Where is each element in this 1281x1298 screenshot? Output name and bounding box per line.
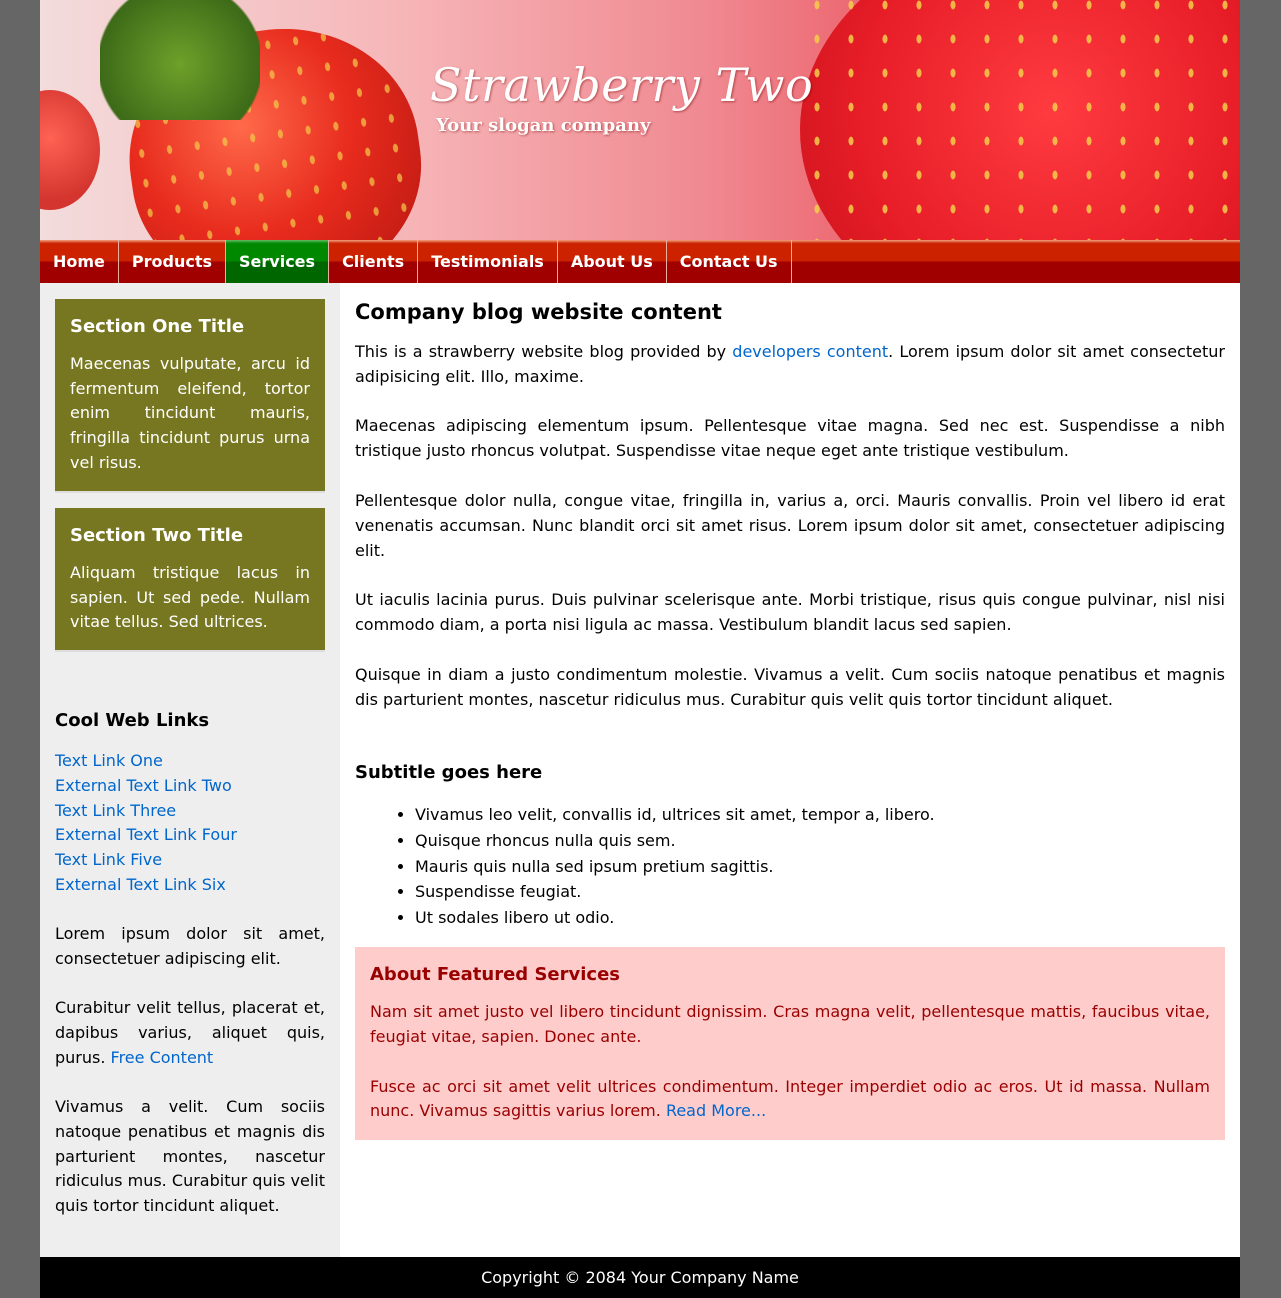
sidebar-link-1[interactable]: Text Link One (55, 751, 163, 770)
subtitle: Subtitle goes here (355, 762, 543, 783)
sidebar-link-3[interactable]: Text Link Three (55, 801, 176, 820)
featured-services-title: About Featured Services (370, 964, 620, 985)
nav-item-products[interactable]: Products (119, 240, 227, 283)
featured-services-box: About Featured Services Nam sit amet jus… (355, 947, 1225, 1140)
section-one-text: Maecenas vulputate, arcu id fermentum el… (70, 354, 310, 472)
section-two-title: Section Two Title (70, 525, 244, 546)
section-two-box: Section Two Title Aliquam tristique lacu… (55, 508, 325, 653)
read-more-link[interactable]: Read More... (666, 1101, 766, 1120)
sidebar: Section One Title Maecenas vulputate, ar… (40, 283, 340, 1257)
list-item: Ut sodales libero ut odio. (415, 905, 935, 931)
featured-paragraph-2: Fusce ac orci sit amet velit ultrices co… (370, 1075, 1210, 1125)
list-item: Quisque rhoncus nulla quis sem. (415, 828, 935, 854)
site-title: Strawberry Two (430, 58, 814, 112)
sidebar-link-5[interactable]: Text Link Five (55, 850, 162, 869)
list-item: Vivamus leo velit, convallis id, ultrice… (415, 802, 935, 828)
cool-web-links-list: Text Link One External Text Link Two Tex… (55, 749, 237, 898)
list-item: Suspendisse feugiat. (415, 879, 935, 905)
header-banner: Strawberry Two Your slogan company (40, 0, 1240, 240)
section-one-box: Section One Title Maecenas vulputate, ar… (55, 299, 325, 493)
bullet-list: Vivamus leo velit, convallis id, ultrice… (399, 802, 935, 931)
nav-item-contact-us[interactable]: Contact Us (667, 240, 792, 283)
body-paragraph: Pellentesque dolor nulla, congue vitae, … (355, 491, 1225, 560)
main-nav: Home Products Services Clients Testimoni… (40, 240, 1240, 283)
copyright-text: Copyright © 2084 Your Company Name (481, 1268, 799, 1287)
nav-item-clients[interactable]: Clients (329, 240, 419, 283)
body-paragraph: Ut iaculis lacinia purus. Duis pulvinar … (355, 590, 1225, 634)
page-container: Strawberry Two Your slogan company Home … (40, 0, 1240, 1298)
sidebar-link-4[interactable]: External Text Link Four (55, 825, 237, 844)
free-content-link[interactable]: Free Content (111, 1048, 214, 1067)
sidebar-link-2[interactable]: External Text Link Two (55, 776, 232, 795)
sidebar-link-6[interactable]: External Text Link Six (55, 875, 226, 894)
nav-item-home[interactable]: Home (40, 240, 119, 283)
section-one-title: Section One Title (70, 316, 245, 337)
sidebar-paragraph-2: Curabitur velit tellus, placerat et, dap… (55, 996, 325, 1070)
footer: Copyright © 2084 Your Company Name (40, 1257, 1240, 1298)
sidebar-paragraph-1: Lorem ipsum dolor sit amet, consectetuer… (55, 924, 325, 968)
intro-text-before: This is a strawberry website blog provid… (355, 342, 733, 361)
strawberry-leaves (100, 0, 260, 120)
developers-content-link[interactable]: developers content (732, 342, 888, 361)
site-slogan: Your slogan company (436, 115, 651, 136)
intro-paragraph: This is a strawberry website blog provid… (355, 340, 1225, 390)
strawberry-seeds (800, 0, 1240, 240)
section-two-text: Aliquam tristique lacus in sapien. Ut se… (70, 563, 310, 632)
nav-item-testimonials[interactable]: Testimonials (418, 240, 558, 283)
sidebar-paragraph-3: Vivamus a velit. Cum sociis natoque pena… (55, 1097, 325, 1216)
featured-paragraph-1: Nam sit amet justo vel libero tincidunt … (370, 1002, 1210, 1046)
cool-web-links-title: Cool Web Links (55, 710, 210, 731)
strawberry-image-right (800, 0, 1240, 240)
featured-paragraph-2-text: Fusce ac orci sit amet velit ultrices co… (370, 1076, 1210, 1121)
strawberry-image-small (40, 90, 100, 210)
nav-item-services[interactable]: Services (226, 240, 330, 283)
list-item: Mauris quis nulla sed ipsum pretium sagi… (415, 854, 935, 880)
body-paragraph: Maecenas adipiscing elementum ipsum. Pel… (355, 416, 1225, 460)
body-paragraph: Quisque in diam a justo condimentum mole… (355, 665, 1225, 709)
nav-item-about-us[interactable]: About Us (558, 240, 667, 283)
page-title: Company blog website content (355, 300, 722, 324)
